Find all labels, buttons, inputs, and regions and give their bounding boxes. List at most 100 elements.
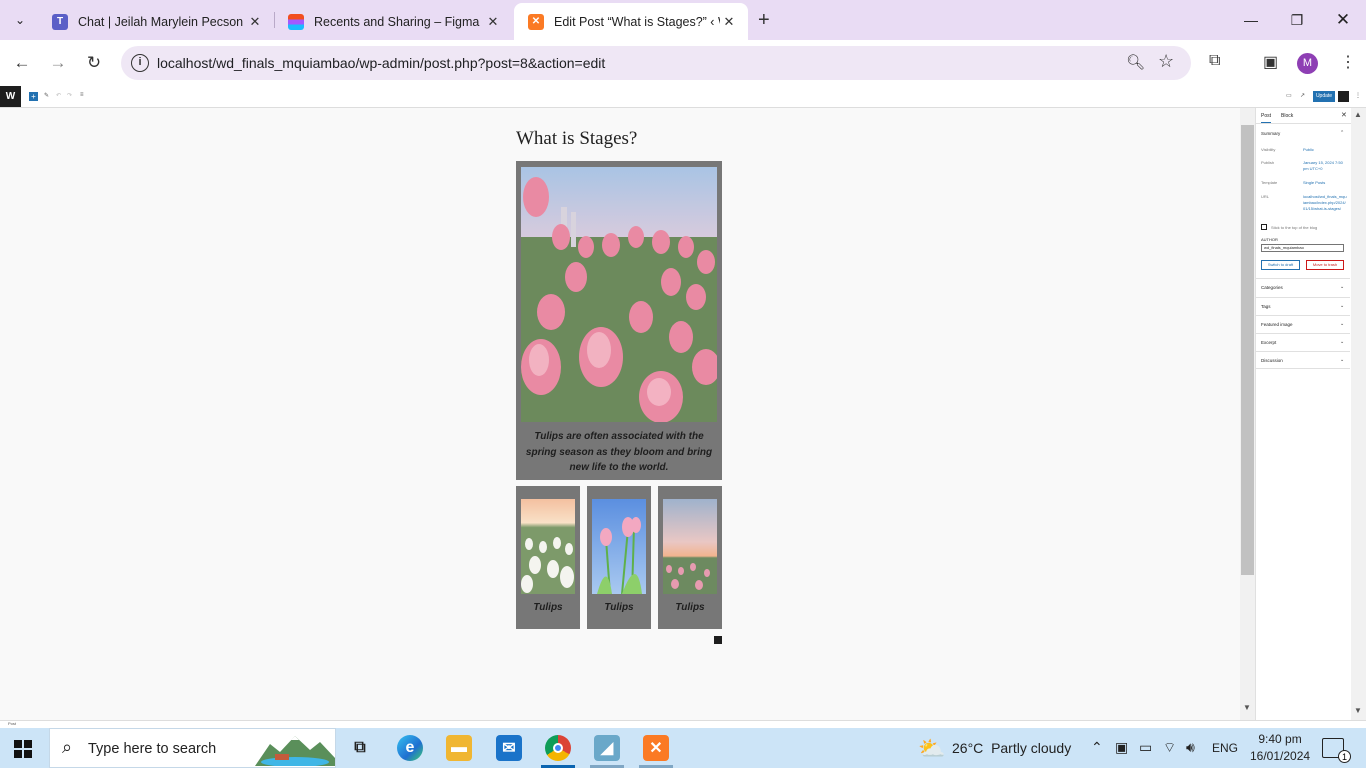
- pink-tulips-sky-image[interactable]: [592, 499, 646, 594]
- preview-device-icon[interactable]: ▭: [1286, 92, 1292, 99]
- search-placeholder: Type here to search: [88, 741, 217, 757]
- close-icon[interactable]: ✕: [720, 14, 738, 30]
- visibility-value[interactable]: Public: [1303, 147, 1347, 153]
- side-panel-icon[interactable]: ▣: [1263, 52, 1278, 72]
- app-icon[interactable]: ◢: [594, 735, 620, 761]
- author-select[interactable]: wd_finals_mquiambao: [1261, 244, 1344, 252]
- reload-button[interactable]: ↻: [82, 51, 106, 75]
- sticky-checkbox[interactable]: [1261, 224, 1267, 230]
- profile-avatar[interactable]: M: [1297, 53, 1318, 74]
- bookmark-star-icon[interactable]: ☆: [1158, 51, 1174, 72]
- file-explorer-icon[interactable]: ▬: [446, 735, 472, 761]
- back-button[interactable]: ←: [10, 51, 34, 75]
- switch-to-draft-button[interactable]: Switch to draft: [1261, 260, 1300, 270]
- panel-categories[interactable]: Categories ⌄: [1256, 278, 1350, 296]
- post-title[interactable]: What is Stages?: [516, 128, 637, 150]
- canvas-scrollbar[interactable]: ▼: [1240, 108, 1255, 720]
- tulip-field-image[interactable]: [521, 167, 717, 422]
- options-icon[interactable]: ⋮: [1355, 92, 1361, 99]
- chevron-up-icon[interactable]: ⌃: [1091, 739, 1103, 756]
- chevron-up-icon[interactable]: ⌃: [1340, 130, 1344, 136]
- main-image-block[interactable]: Tulips are often associated with the spr…: [516, 161, 722, 480]
- panel-featured-image[interactable]: Featured image ⌄: [1256, 315, 1350, 333]
- browser-menu-icon[interactable]: ⋮: [1340, 52, 1356, 72]
- tab-edit-post[interactable]: ✕ Edit Post “What is Stages?” ‹ Wo ✕: [514, 3, 748, 40]
- gallery-image-3[interactable]: Tulips: [658, 486, 722, 629]
- panel-discussion[interactable]: Discussion ⌄: [1256, 351, 1350, 369]
- panel-tags[interactable]: Tags ⌄: [1256, 297, 1350, 315]
- meet-now-icon[interactable]: ▣: [1115, 739, 1128, 756]
- scroll-down-icon[interactable]: ▼: [1243, 703, 1251, 712]
- update-button[interactable]: Update: [1313, 91, 1335, 102]
- tulip-sunset-image[interactable]: [663, 499, 717, 594]
- tab-block[interactable]: Block: [1281, 113, 1293, 119]
- url-value[interactable]: localhost/wd_finals_mquiambao/index.php/…: [1303, 194, 1347, 212]
- extensions-icon[interactable]: ⧉: [1209, 52, 1220, 70]
- tab-label: Chat | Jeilah Marylein Pecson | M: [78, 14, 246, 29]
- settings-toggle-button[interactable]: [1338, 91, 1349, 102]
- tab-figma[interactable]: Recents and Sharing – Figma ✕: [274, 3, 512, 40]
- edge-icon[interactable]: e: [397, 735, 423, 761]
- sticky-label: Stick to the top of the blog: [1271, 225, 1318, 230]
- tab-search-button[interactable]: ⌄: [8, 8, 32, 32]
- sidebar-scrollbar[interactable]: ▲ ▼: [1351, 108, 1366, 720]
- block-appender-button[interactable]: [714, 636, 722, 644]
- chevron-down-icon: ⌄: [1340, 339, 1345, 345]
- tab-teams-chat[interactable]: T Chat | Jeilah Marylein Pecson | M ✕: [38, 3, 274, 40]
- gallery-caption[interactable]: Tulips: [587, 602, 651, 613]
- url-text[interactable]: localhost/wd_finals_mquiambao/wp-admin/p…: [157, 55, 605, 71]
- window-close-button[interactable]: ✕: [1320, 0, 1366, 40]
- gallery-caption[interactable]: Tulips: [658, 602, 722, 613]
- template-value[interactable]: Single Posts: [1303, 180, 1347, 186]
- partly-cloudy-icon[interactable]: ⛅: [918, 736, 945, 762]
- new-tab-button[interactable]: +: [758, 10, 770, 30]
- windows-taskbar: ⌕ Type here to search ⧉ e ▬ ✉ ◢ ✕ ⛅ 26°C…: [0, 728, 1366, 768]
- site-info-icon[interactable]: i: [131, 54, 149, 72]
- battery-icon[interactable]: ▭: [1139, 739, 1152, 756]
- taskbar-clock[interactable]: 9:40 pm 16/01/2024: [1250, 731, 1310, 765]
- close-sidebar-icon[interactable]: ✕: [1341, 111, 1347, 119]
- breadcrumb[interactable]: Post: [8, 721, 16, 726]
- view-post-icon[interactable]: ↗: [1300, 92, 1305, 99]
- task-view-icon[interactable]: ⧉: [347, 735, 373, 761]
- windows-start-icon[interactable]: [14, 740, 32, 758]
- visibility-label: Visibility: [1261, 147, 1276, 152]
- main-image-caption[interactable]: Tulips are often associated with the spr…: [522, 429, 716, 476]
- browser-tab-strip: ⌄ T Chat | Jeilah Marylein Pecson | M ✕ …: [0, 0, 1366, 40]
- mail-icon[interactable]: ✉: [496, 735, 522, 761]
- chevron-down-icon: ⌄: [1340, 321, 1345, 327]
- gallery-caption[interactable]: Tulips: [516, 602, 580, 613]
- wifi-icon[interactable]: ⌔: [1163, 739, 1176, 757]
- summary-heading[interactable]: Summary: [1261, 131, 1280, 136]
- scroll-down-icon[interactable]: ▼: [1354, 706, 1362, 715]
- redo-icon[interactable]: ↷: [67, 92, 72, 99]
- chrome-icon[interactable]: [545, 735, 571, 761]
- gallery-image-2[interactable]: Tulips: [587, 486, 651, 629]
- scrollbar-thumb[interactable]: [1241, 125, 1254, 575]
- restore-button[interactable]: ❐: [1274, 0, 1320, 40]
- taskbar-search[interactable]: ⌕ Type here to search: [49, 728, 336, 768]
- close-icon[interactable]: ✕: [246, 14, 264, 30]
- minimize-button[interactable]: —: [1228, 0, 1274, 40]
- zoom-icon[interactable]: 🔍︎: [1126, 53, 1145, 71]
- document-overview-icon[interactable]: ≡: [80, 92, 84, 98]
- publish-value[interactable]: January 15, 2024 7:50 pm UTC+0: [1303, 160, 1347, 172]
- white-tulips-image[interactable]: [521, 499, 575, 594]
- language-indicator[interactable]: ENG: [1212, 741, 1238, 755]
- panel-excerpt[interactable]: Excerpt ⌄: [1256, 333, 1350, 351]
- volume-icon[interactable]: 🔊︎: [1186, 739, 1195, 756]
- notification-center-icon[interactable]: 1: [1322, 738, 1351, 763]
- tab-post[interactable]: Post: [1261, 113, 1272, 123]
- gallery-image-1[interactable]: Tulips: [516, 486, 580, 629]
- forward-button[interactable]: →: [46, 51, 70, 75]
- add-block-button[interactable]: +: [29, 92, 38, 101]
- scroll-up-icon[interactable]: ▲: [1354, 110, 1362, 119]
- xampp-icon[interactable]: ✕: [643, 735, 669, 761]
- address-bar[interactable]: i localhost/wd_finals_mquiambao/wp-admin…: [121, 46, 1191, 80]
- weather-widget[interactable]: 26°C Partly cloudy: [952, 740, 1071, 756]
- close-icon[interactable]: ✕: [484, 14, 502, 30]
- edit-tool-icon[interactable]: ✎: [44, 92, 49, 99]
- move-to-trash-button[interactable]: Move to trash: [1306, 260, 1344, 270]
- wordpress-logo-icon[interactable]: W: [0, 86, 21, 107]
- undo-icon[interactable]: ↶: [56, 92, 61, 99]
